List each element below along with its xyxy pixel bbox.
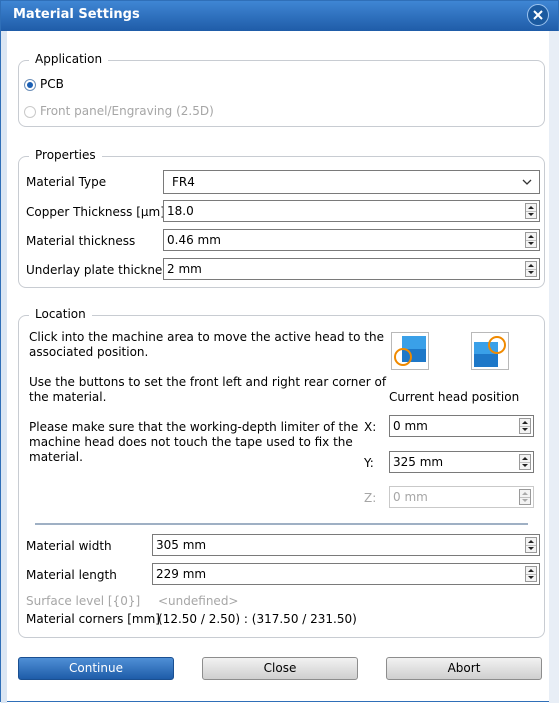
instruction-3-line-3: material.: [29, 450, 83, 464]
z-label: Z:: [364, 491, 377, 505]
close-icon: [533, 10, 543, 20]
underlay-thickness-label: Underlay plate thickness: [26, 263, 175, 277]
rear-right-corner-icon: [474, 336, 506, 367]
instruction-3-line-2: machine head does not touch the tape use…: [29, 435, 353, 449]
material-thickness-label: Material thickness: [26, 234, 136, 248]
arrow-down-icon[interactable]: [520, 426, 530, 433]
material-width-stepper[interactable]: 305 mm: [152, 534, 540, 556]
close-button[interactable]: Close: [202, 657, 358, 680]
continue-button[interactable]: Continue: [18, 657, 174, 680]
radio-pcb-label: PCB: [40, 77, 64, 91]
material-width-label: Material width: [26, 539, 112, 553]
left-frame-strip: [1, 31, 7, 703]
material-type-select[interactable]: FR4: [163, 170, 540, 194]
set-rear-right-corner-button[interactable]: [471, 332, 509, 370]
instruction-2-line-1: Use the buttons to set the front left an…: [29, 375, 387, 389]
location-legend: Location: [29, 307, 92, 321]
arrow-down-icon[interactable]: [526, 545, 536, 552]
instruction-1-line-1: Click into the machine area to move the …: [29, 330, 384, 344]
material-type-value: FR4: [172, 175, 195, 189]
arrow-down-icon[interactable]: [526, 211, 536, 218]
surface-level-label: Surface level [{0}]: [26, 594, 141, 608]
material-corners-value: (12.50 / 2.50) : (317.50 / 231.50): [158, 612, 357, 626]
radio-front-panel-label: Front panel/Engraving (2.5D): [40, 104, 214, 118]
x-label: X:: [364, 420, 377, 434]
stepper-arrows[interactable]: [525, 566, 537, 582]
abort-button[interactable]: Abort: [386, 657, 542, 680]
arrow-down-icon[interactable]: [520, 497, 530, 504]
head-x-stepper[interactable]: 0 mm: [389, 415, 534, 437]
arrow-down-icon[interactable]: [526, 240, 536, 247]
copper-thickness-stepper[interactable]: 18.0: [163, 200, 540, 222]
properties-legend: Properties: [29, 148, 102, 162]
material-settings-window: Material Settings Application PCB Front …: [0, 0, 559, 703]
y-label: Y:: [364, 456, 374, 470]
instruction-3-line-1: Please make sure that the working-depth …: [29, 420, 359, 434]
front-left-corner-icon: [394, 336, 426, 366]
head-y-stepper[interactable]: 325 mm: [389, 451, 534, 473]
right-frame-strip: [549, 31, 559, 703]
underlay-thickness-stepper[interactable]: 2 mm: [163, 258, 540, 280]
material-length-label: Material length: [26, 568, 117, 582]
stepper-arrows[interactable]: [525, 537, 537, 553]
material-length-value: 229 mm: [156, 567, 207, 581]
location-group: Location: [18, 307, 545, 638]
copper-thickness-label: Copper Thickness [µm]: [26, 205, 165, 219]
chevron-down-icon: [522, 179, 532, 185]
material-length-stepper[interactable]: 229 mm: [152, 563, 540, 585]
arrow-down-icon[interactable]: [526, 269, 536, 276]
set-front-left-corner-button[interactable]: [391, 332, 429, 370]
material-corners-label: Material corners [mm]: [26, 612, 160, 626]
window-close-button[interactable]: [527, 4, 549, 26]
arrow-down-icon[interactable]: [520, 462, 530, 469]
material-thickness-value: 0.46 mm: [167, 233, 221, 247]
head-z-value: 0 mm: [393, 490, 428, 504]
underlay-thickness-value: 2 mm: [167, 262, 202, 276]
application-legend: Application: [29, 52, 109, 66]
title-bar: Material Settings: [1, 1, 558, 31]
location-separator: [35, 523, 528, 525]
radio-pcb[interactable]: [24, 79, 36, 91]
head-y-value: 325 mm: [393, 455, 444, 469]
material-type-label: Material Type: [26, 175, 107, 189]
window-title: Material Settings: [13, 7, 140, 22]
stepper-arrows[interactable]: [525, 232, 537, 248]
surface-level-value: <undefined>: [158, 594, 239, 608]
stepper-arrows[interactable]: [525, 203, 537, 219]
material-thickness-stepper[interactable]: 0.46 mm: [163, 229, 540, 251]
instruction-1-line-2: associated position.: [29, 345, 149, 359]
copper-thickness-value: 18.0: [167, 204, 194, 218]
head-x-value: 0 mm: [393, 419, 428, 433]
stepper-arrows[interactable]: [519, 454, 531, 470]
material-width-value: 305 mm: [156, 538, 207, 552]
radio-front-panel[interactable]: [24, 106, 36, 118]
current-head-label: Current head position: [389, 390, 520, 404]
arrow-down-icon[interactable]: [526, 574, 536, 581]
stepper-arrows[interactable]: [519, 418, 531, 434]
head-z-stepper[interactable]: 0 mm: [389, 486, 534, 508]
stepper-arrows[interactable]: [519, 489, 531, 505]
instruction-2-line-2: the material.: [29, 390, 107, 404]
stepper-arrows[interactable]: [525, 261, 537, 277]
